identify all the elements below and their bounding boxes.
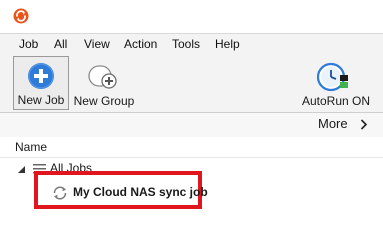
list-header: Name	[0, 137, 383, 158]
column-header-name[interactable]: Name	[15, 140, 47, 154]
menu-tools[interactable]: Tools	[172, 37, 200, 51]
menu-view[interactable]: View	[84, 37, 110, 51]
more-bar: More	[0, 113, 383, 137]
menu-bar: Job All View Action Tools Help	[0, 33, 383, 55]
toolbar: New Job New Group AutoRun ON	[0, 54, 383, 113]
new-group-button[interactable]: New Group	[72, 56, 136, 110]
job-label: My Cloud NAS sync job	[73, 185, 208, 199]
chevron-right-icon	[360, 119, 368, 130]
sync-icon	[53, 186, 67, 200]
add-group-icon	[88, 65, 117, 89]
job-item-my-cloud-nas[interactable]: My Cloud NAS sync job	[52, 184, 208, 202]
plus-circle-icon	[28, 63, 54, 89]
menu-job[interactable]: Job	[19, 37, 38, 51]
new-job-button[interactable]: New Job	[13, 56, 69, 110]
autorun-button[interactable]: AutoRun ON	[300, 56, 372, 110]
more-label: More	[318, 116, 348, 131]
triangle-expand-icon[interactable]	[18, 166, 25, 173]
app-logo-icon	[13, 8, 29, 24]
new-group-label: New Group	[73, 94, 135, 108]
menu-action[interactable]: Action	[124, 37, 157, 51]
menu-help[interactable]: Help	[215, 37, 240, 51]
menu-all[interactable]: All	[54, 37, 67, 51]
new-job-label: New Job	[17, 93, 65, 107]
title-bar	[0, 0, 383, 30]
autorun-label: AutoRun ON	[301, 94, 371, 108]
more-button[interactable]: More	[318, 116, 378, 134]
clock-status-icon	[316, 62, 348, 92]
highlight-box: My Cloud NAS sync job	[34, 171, 208, 209]
